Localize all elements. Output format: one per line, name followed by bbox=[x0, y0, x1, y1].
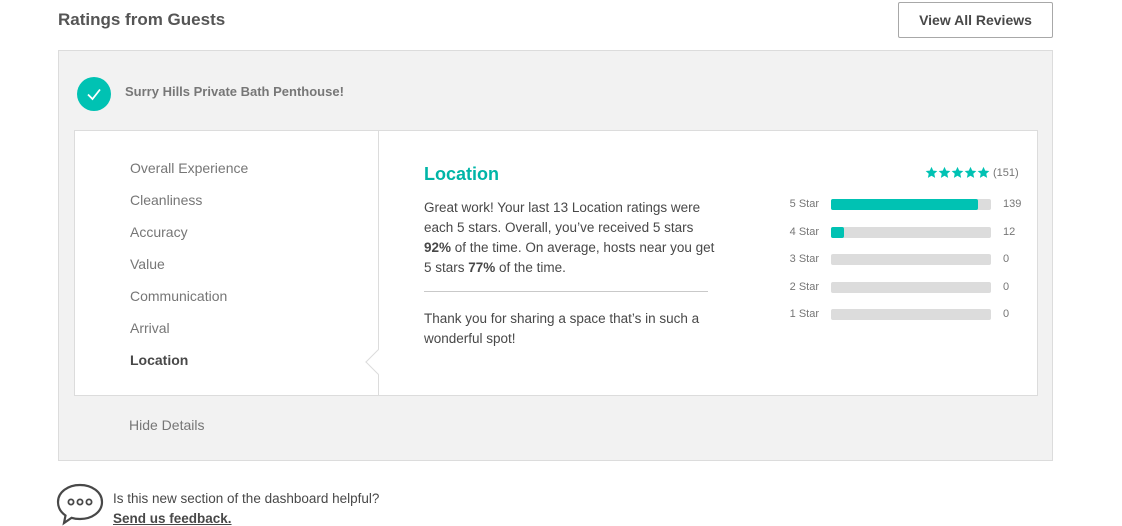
hide-details-link[interactable]: Hide Details bbox=[129, 417, 204, 433]
ratings-detail-card: Overall Experience Cleanliness Accuracy … bbox=[74, 130, 1038, 396]
review-count: (151) bbox=[993, 166, 1019, 179]
rating-bar-row: 5 Star 139 bbox=[775, 197, 1035, 211]
rating-bar-count: 12 bbox=[1003, 226, 1016, 238]
rating-bar-count: 0 bbox=[1003, 253, 1010, 265]
rating-bar-label: 4 Star bbox=[789, 226, 819, 238]
check-icon bbox=[77, 77, 111, 111]
rating-bar-row: 3 Star 0 bbox=[775, 252, 1035, 266]
category-communication[interactable]: Communication bbox=[130, 288, 227, 304]
category-value[interactable]: Value bbox=[130, 256, 165, 272]
view-all-reviews-button[interactable]: View All Reviews bbox=[898, 2, 1053, 38]
rating-bar-count: 139 bbox=[1003, 198, 1022, 210]
feedback-question: Is this new section of the dashboard hel… bbox=[113, 491, 380, 506]
rating-bar-row: 2 Star 0 bbox=[775, 280, 1035, 294]
chat-bubble-icon bbox=[56, 482, 106, 526]
star-icon bbox=[951, 166, 964, 178]
category-cleanliness[interactable]: Cleanliness bbox=[130, 192, 202, 208]
rating-bar-label: 3 Star bbox=[789, 253, 819, 265]
send-feedback-link[interactable]: Send us feedback. bbox=[113, 511, 232, 526]
rating-bar-label: 2 Star bbox=[789, 281, 819, 293]
category-list: Overall Experience Cleanliness Accuracy … bbox=[75, 131, 379, 395]
star-icon bbox=[925, 166, 938, 178]
rating-bar-track bbox=[831, 282, 991, 293]
section-title: Ratings from Guests bbox=[58, 10, 226, 29]
detail-divider bbox=[424, 291, 708, 292]
star-icon bbox=[977, 166, 990, 178]
star-rating-summary: (151) bbox=[925, 166, 1019, 179]
star-icon bbox=[938, 166, 951, 178]
rating-bar-fill bbox=[831, 199, 979, 210]
rating-bar-fill bbox=[831, 227, 844, 238]
ratings-panel: Surry Hills Private Bath Penthouse! Over… bbox=[58, 50, 1053, 461]
star-icon bbox=[964, 166, 977, 178]
rating-bar-track bbox=[831, 227, 991, 238]
category-overall-experience[interactable]: Overall Experience bbox=[130, 160, 248, 176]
category-accuracy[interactable]: Accuracy bbox=[130, 224, 188, 240]
rating-bar-track bbox=[831, 254, 991, 265]
rating-bar-track bbox=[831, 309, 991, 320]
detail-summary: Great work! Your last 13 Location rating… bbox=[424, 200, 715, 275]
five-star-rating bbox=[925, 166, 990, 179]
rating-bar-row: 4 Star 12 bbox=[775, 225, 1035, 239]
category-location[interactable]: Location bbox=[130, 352, 188, 368]
rating-bar-count: 0 bbox=[1003, 308, 1010, 320]
listing-name: Surry Hills Private Bath Penthouse! bbox=[125, 84, 344, 99]
rating-bar-row: 1 Star 0 bbox=[775, 307, 1035, 321]
rating-bar-count: 0 bbox=[1003, 281, 1010, 293]
category-arrival[interactable]: Arrival bbox=[130, 320, 170, 336]
rating-bar-label: 1 Star bbox=[789, 308, 819, 320]
detail-thanks: Thank you for sharing a space that’s in … bbox=[424, 311, 700, 346]
rating-bar-label: 5 Star bbox=[789, 198, 819, 210]
rating-bar-track bbox=[831, 199, 991, 210]
detail-title: Location bbox=[424, 164, 499, 184]
